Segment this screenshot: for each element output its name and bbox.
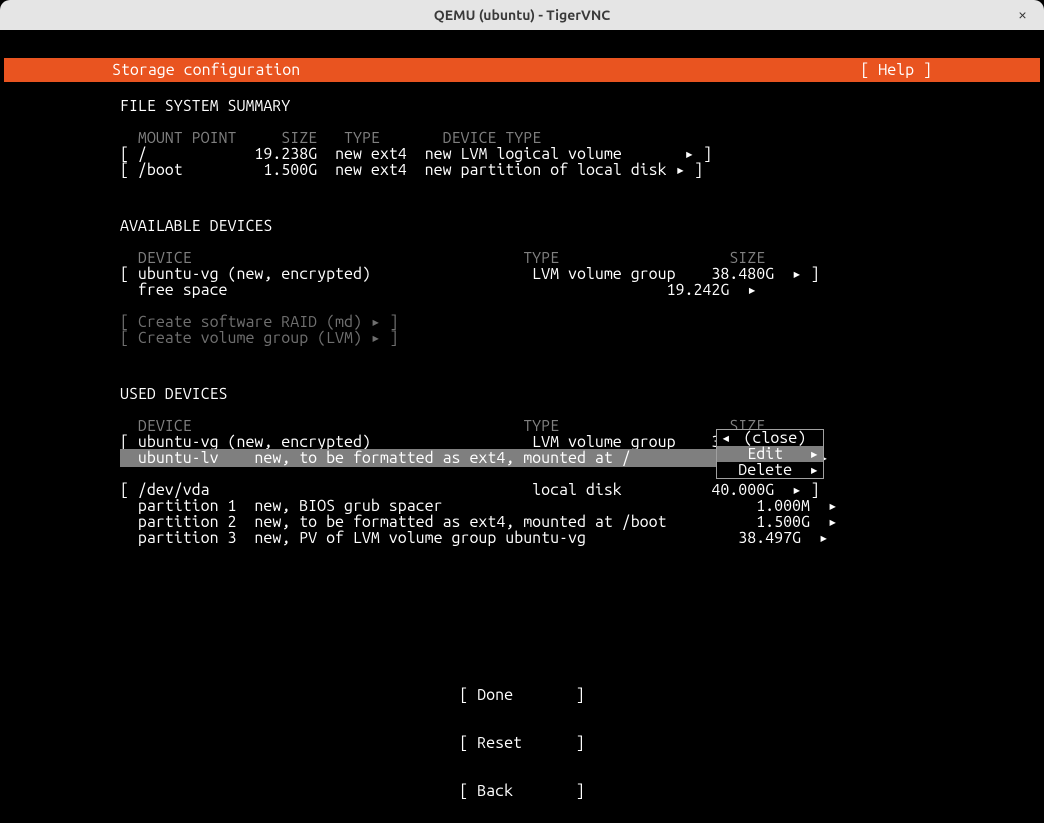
window-title: QEMU (ubuntu) - TigerVNC [434,7,610,23]
help-button[interactable]: [ Help ] [860,62,932,78]
chevron-right-icon: ▸ [676,161,686,179]
fs-summary-header: MOUNT POINT SIZE TYPE DEVICE TYPE [120,130,924,146]
available-row[interactable]: free space 19.242G ▸ [120,282,924,298]
used-partition-row[interactable]: partition 1 new, BIOS grub spacer 1.000M… [120,498,924,514]
available-label: AVAILABLE DEVICES [120,218,924,234]
chevron-left-icon: ◂ [721,430,731,446]
chevron-right-icon: ▸ [747,281,757,299]
window-titlebar: QEMU (ubuntu) - TigerVNC × [0,0,1044,30]
page-title: Storage configuration [112,62,300,78]
used-disk-row[interactable]: [ /dev/vda local disk 40.000G ▸ ] [120,482,924,498]
available-header: DEVICE TYPE SIZE [120,250,924,266]
chevron-right-icon: ▸ [792,265,802,283]
chevron-right-icon: ▸ [371,329,381,347]
close-icon[interactable]: × [1018,7,1034,23]
fs-summary-label: FILE SYSTEM SUMMARY [120,98,924,114]
header-bar: Storage configuration [ Help ] [4,58,1040,82]
back-button[interactable]: [ Back ] [0,783,1044,799]
chevron-right-icon: ▸ [828,513,838,531]
chevron-right-icon: ▸ [809,462,819,478]
create-raid-button[interactable]: [ Create software RAID (md) ▸ ] [120,314,924,330]
menu-close[interactable]: ◂(close) [717,430,823,446]
available-row[interactable]: [ ubuntu-vg (new, encrypted) LVM volume … [120,266,924,282]
used-partition-row[interactable]: partition 3 new, PV of LVM volume group … [120,530,924,546]
used-partition-row[interactable]: partition 2 new, to be formatted as ext4… [120,514,924,530]
done-button[interactable]: [ Done ] [0,687,1044,703]
fs-summary-row[interactable]: [ / 19.238G new ext4 new LVM logical vol… [120,146,924,162]
used-label: USED DEVICES [120,386,924,402]
reset-button[interactable]: [ Reset ] [0,735,1044,751]
chevron-right-icon: ▸ [819,529,829,547]
menu-edit[interactable]: Edit▸ [717,446,823,462]
create-lvm-button[interactable]: [ Create volume group (LVM) ▸ ] [120,330,924,346]
menu-delete[interactable]: Delete▸ [717,462,823,478]
fs-summary-row[interactable]: [ /boot 1.500G new ext4 new partition of… [120,162,924,178]
chevron-right-icon: ▸ [809,446,819,462]
context-menu: ◂(close) Edit▸ Delete▸ [716,429,824,479]
